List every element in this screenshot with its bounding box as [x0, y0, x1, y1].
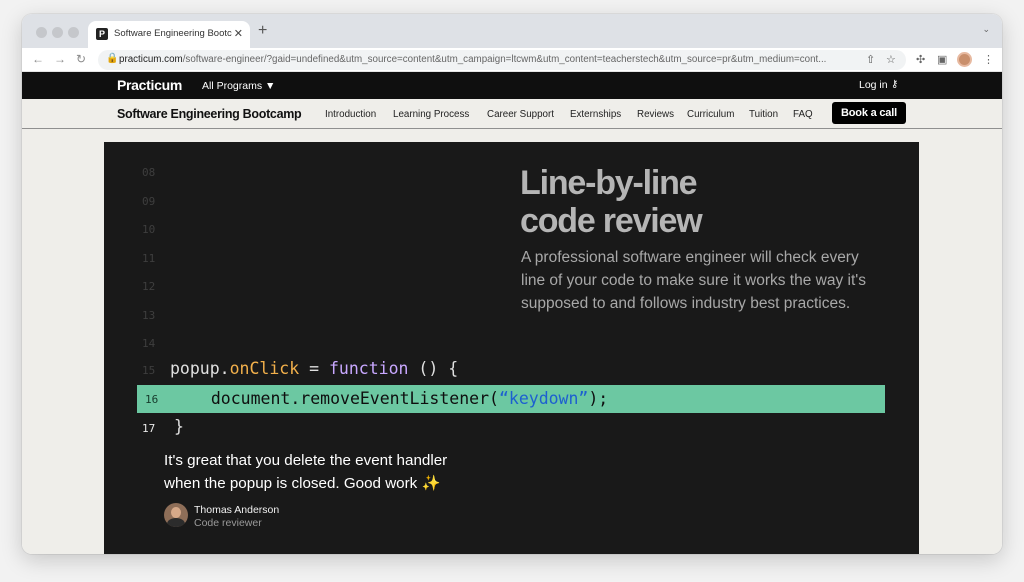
review-comment: It's great that you delete the event han…	[164, 452, 448, 492]
line-number: 10	[142, 223, 156, 236]
code-line-16: document.removeEventListener(“keydown”);	[191, 389, 609, 408]
nav-link-career-support[interactable]: Career Support	[487, 109, 554, 120]
line-number: 09	[142, 195, 156, 208]
nav-link-reviews[interactable]: Reviews	[637, 109, 674, 120]
lock-icon: 🔒	[106, 53, 119, 64]
nav-link-introduction[interactable]: Introduction	[325, 109, 376, 120]
nav-link-learning-process[interactable]: Learning Process	[393, 109, 469, 120]
tab-title: Software Engineering Bootcamp	[114, 28, 232, 39]
highlighted-code-line: 16 document.removeEventListener(“keydown…	[137, 385, 885, 413]
line-number: 11	[142, 252, 156, 265]
nav-link-faq[interactable]: FAQ	[793, 109, 813, 120]
nav-link-tuition[interactable]: Tuition	[749, 109, 778, 120]
site-top-bar: Practicum All Programs ▼ Log in ⚷	[22, 72, 1002, 99]
reviewer-role: Code reviewer	[194, 517, 262, 529]
line-number: 17	[142, 422, 156, 435]
section-headline: Line-by-line code review	[520, 164, 703, 240]
more-menu-icon[interactable]: ⋮	[983, 53, 994, 66]
code-line-15: popup.onClick = function () {	[170, 359, 459, 378]
line-number: 12	[142, 280, 156, 293]
nav-link-externships[interactable]: Externships	[570, 109, 621, 120]
code-line-17: }	[174, 417, 184, 436]
practicum-favicon-icon: P	[96, 28, 108, 40]
practicum-logo[interactable]: Practicum	[117, 77, 182, 93]
close-window-button[interactable]	[36, 27, 47, 38]
profile-avatar[interactable]	[957, 52, 972, 67]
close-tab-icon[interactable]: ✕	[234, 27, 243, 40]
browser-window: P Software Engineering Bootcamp ✕ + ⌄ ← …	[22, 14, 1002, 554]
side-panel-icon[interactable]: ▣	[937, 53, 947, 66]
page-content: Practicum All Programs ▼ Log in ⚷ Softwa…	[22, 72, 1002, 554]
new-tab-icon[interactable]: +	[258, 22, 267, 40]
reviewer-avatar	[164, 503, 188, 527]
key-icon[interactable]: ⚷	[891, 79, 898, 90]
all-programs-dropdown[interactable]: All Programs ▼	[202, 80, 275, 92]
browser-toolbar: ← → ↻ 🔒 practicum.com/software-engineer/…	[22, 48, 1002, 72]
minimize-window-button[interactable]	[52, 27, 63, 38]
line-number: 08	[142, 166, 156, 179]
zoom-window-button[interactable]	[68, 27, 79, 38]
program-nav: Software Engineering Bootcamp Introducti…	[22, 99, 1002, 129]
tab-search-icon[interactable]: ⌄	[982, 24, 990, 35]
line-number: 15	[142, 364, 156, 377]
line-number: 14	[142, 337, 156, 350]
forward-arrow-icon[interactable]: →	[54, 52, 66, 66]
address-bar[interactable]: 🔒 practicum.com/software-engineer/?gaid=…	[98, 50, 906, 70]
back-arrow-icon[interactable]: ←	[32, 52, 44, 66]
line-number: 16	[145, 393, 159, 406]
tab-strip: P Software Engineering Bootcamp ✕ + ⌄	[22, 14, 1002, 48]
reviewer-name: Thomas Anderson	[194, 504, 280, 516]
program-title[interactable]: Software Engineering Bootcamp	[117, 107, 302, 121]
book-a-call-button[interactable]: Book a call	[832, 102, 906, 124]
section-description: A professional software engineer will ch…	[521, 249, 866, 312]
code-review-panel: 08 09 10 11 12 13 14 15 popup.onClick = …	[104, 142, 919, 554]
login-link[interactable]: Log in	[859, 79, 888, 91]
bookmark-star-icon[interactable]: ☆	[886, 53, 896, 66]
browser-tab[interactable]: P Software Engineering Bootcamp ✕	[88, 21, 250, 48]
reload-icon[interactable]: ↻	[76, 52, 86, 66]
nav-link-curriculum[interactable]: Curriculum	[687, 109, 734, 120]
url-text[interactable]: practicum.com/software-engineer/?gaid=un…	[119, 54, 857, 65]
extensions-puzzle-icon[interactable]: ✣	[916, 53, 925, 66]
share-icon[interactable]: ⇧	[866, 53, 875, 66]
line-number: 13	[142, 309, 156, 322]
